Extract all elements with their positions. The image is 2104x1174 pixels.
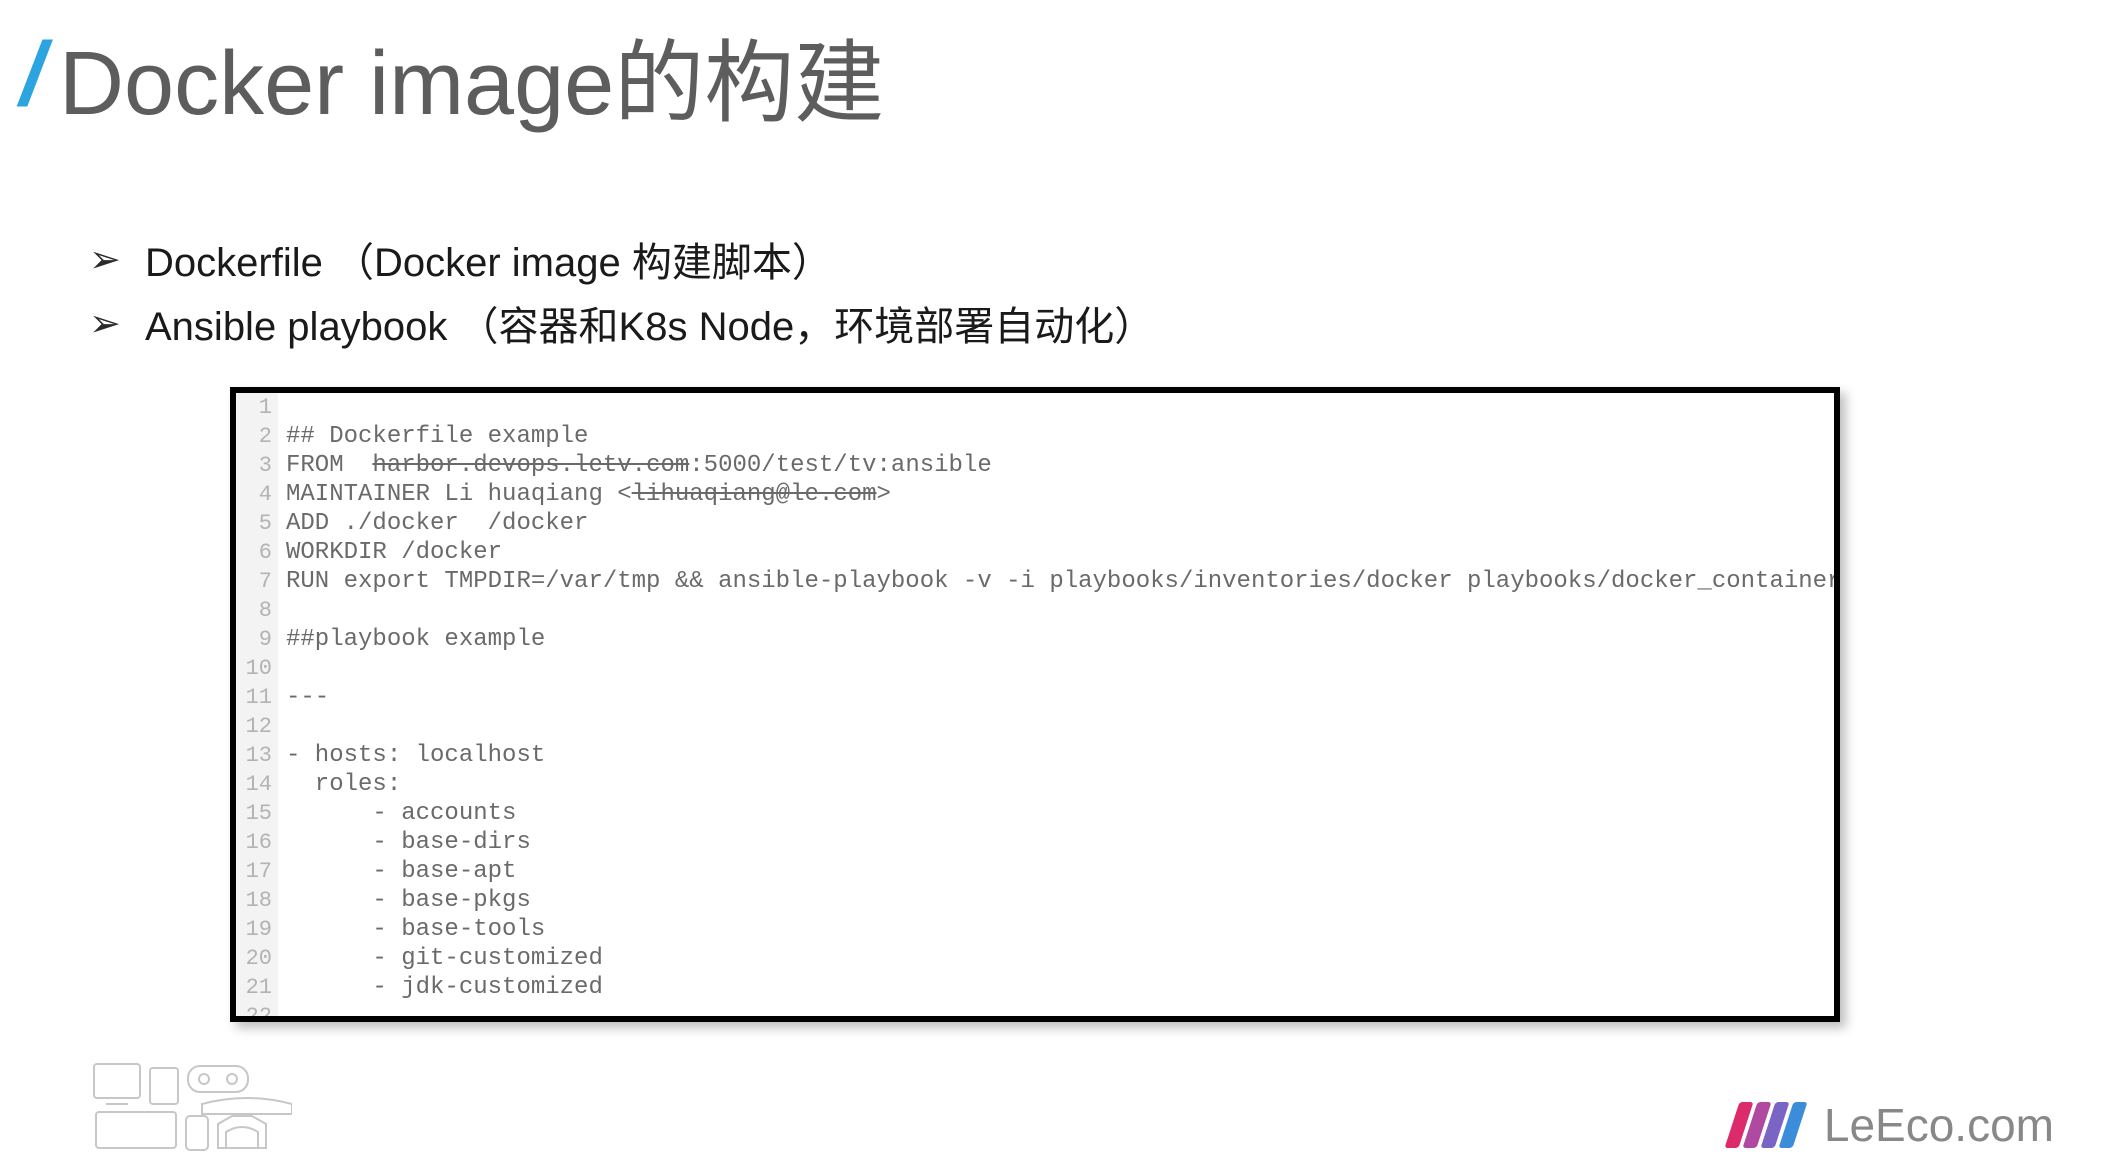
- line-number: 10: [236, 654, 278, 683]
- code-content: MAINTAINER Li huaqiang <lihuaqiang@le.co…: [278, 480, 891, 509]
- code-line: 6WORKDIR /docker: [236, 538, 1834, 567]
- line-number: 3: [236, 451, 278, 480]
- code-content: [278, 596, 286, 625]
- line-number: 17: [236, 857, 278, 886]
- footer-slash-icon: [1732, 1102, 1800, 1148]
- code-example-box: 12## Dockerfile example3FROM harbor.devo…: [230, 387, 1840, 1022]
- line-number: 6: [236, 538, 278, 567]
- line-number: 14: [236, 770, 278, 799]
- code-line: 12: [236, 712, 1834, 741]
- bullet-item: ➢ Ansible playbook （容器和K8s Node，环境部署自动化）: [85, 294, 2104, 352]
- line-number: 15: [236, 799, 278, 828]
- code-content: [278, 712, 286, 741]
- line-number: 7: [236, 567, 278, 596]
- code-content: - hosts: localhost: [278, 741, 545, 770]
- code-content: ---: [278, 683, 329, 712]
- bullet-marker-icon: ➢: [85, 237, 145, 282]
- code-content: - base-pkgs: [278, 886, 531, 915]
- code-line: 19 - base-tools: [236, 915, 1834, 944]
- bullet-text: Dockerfile （Docker image 构建脚本）: [145, 230, 832, 288]
- bullet-marker-icon: ➢: [85, 301, 145, 346]
- code-content: - base-dirs: [278, 828, 531, 857]
- code-line: 18 - base-pkgs: [236, 886, 1834, 915]
- title-accent-slash: /: [20, 24, 39, 127]
- line-number: 18: [236, 886, 278, 915]
- code-content: - base-apt: [278, 857, 516, 886]
- code-content: [278, 393, 286, 422]
- code-content: WORKDIR /docker: [278, 538, 502, 567]
- code-line: 9##playbook example: [236, 625, 1834, 654]
- code-line: 3FROM harbor.devops.letv.com:5000/test/t…: [236, 451, 1834, 480]
- code-content: FROM harbor.devops.letv.com:5000/test/tv…: [278, 451, 992, 480]
- bullet-text: Ansible playbook （容器和K8s Node，环境部署自动化）: [145, 294, 1154, 352]
- line-number: 20: [236, 944, 278, 973]
- code-line: 2## Dockerfile example: [236, 422, 1834, 451]
- code-line: 20 - git-customized: [236, 944, 1834, 973]
- line-number: 21: [236, 973, 278, 1002]
- code-content: [278, 654, 286, 683]
- code-content: - base-tools: [278, 915, 545, 944]
- code-line: 4MAINTAINER Li huaqiang <lihuaqiang@le.c…: [236, 480, 1834, 509]
- footer-device-icons: [92, 1062, 292, 1152]
- code-line: 8: [236, 596, 1834, 625]
- code-content: ADD ./docker /docker: [278, 509, 588, 538]
- line-number: 19: [236, 915, 278, 944]
- line-number: 9: [236, 625, 278, 654]
- line-number: 11: [236, 683, 278, 712]
- bullet-item: ➢ Dockerfile （Docker image 构建脚本）: [85, 230, 2104, 288]
- code-line: 14 roles:: [236, 770, 1834, 799]
- code-line: 21 - jdk-customized: [236, 973, 1834, 1002]
- line-number: 5: [236, 509, 278, 538]
- code-line: 7RUN export TMPDIR=/var/tmp && ansible-p…: [236, 567, 1834, 596]
- code-line: 17 - base-apt: [236, 857, 1834, 886]
- code-line: 1: [236, 393, 1834, 422]
- code-line: 5ADD ./docker /docker: [236, 509, 1834, 538]
- line-number: 1: [236, 393, 278, 422]
- line-number: 12: [236, 712, 278, 741]
- line-number: 22: [236, 1002, 278, 1022]
- line-number: 4: [236, 480, 278, 509]
- code-content: [278, 1002, 286, 1022]
- code-content: ##playbook example: [278, 625, 545, 654]
- footer-brand-text: LeEco.com: [1824, 1098, 2054, 1152]
- line-number: 13: [236, 741, 278, 770]
- bullet-list: ➢ Dockerfile （Docker image 构建脚本） ➢ Ansib…: [85, 230, 2104, 352]
- code-content: ## Dockerfile example: [278, 422, 588, 451]
- code-content: - jdk-customized: [278, 973, 603, 1002]
- code-line: 11---: [236, 683, 1834, 712]
- slide-title: Docker image的构建: [59, 10, 884, 140]
- line-number: 16: [236, 828, 278, 857]
- slide-title-row: / Docker image的构建: [0, 10, 2104, 140]
- code-line: 13- hosts: localhost: [236, 741, 1834, 770]
- line-number: 8: [236, 596, 278, 625]
- code-line: 15 - accounts: [236, 799, 1834, 828]
- code-content: - git-customized: [278, 944, 603, 973]
- code-line: 22: [236, 1002, 1834, 1022]
- footer-brand-row: LeEco.com: [1732, 1098, 2054, 1152]
- code-content: roles:: [278, 770, 401, 799]
- code-line: 16 - base-dirs: [236, 828, 1834, 857]
- code-content: RUN export TMPDIR=/var/tmp && ansible-pl…: [278, 567, 1840, 596]
- line-number: 2: [236, 422, 278, 451]
- code-line: 10: [236, 654, 1834, 683]
- code-content: - accounts: [278, 799, 516, 828]
